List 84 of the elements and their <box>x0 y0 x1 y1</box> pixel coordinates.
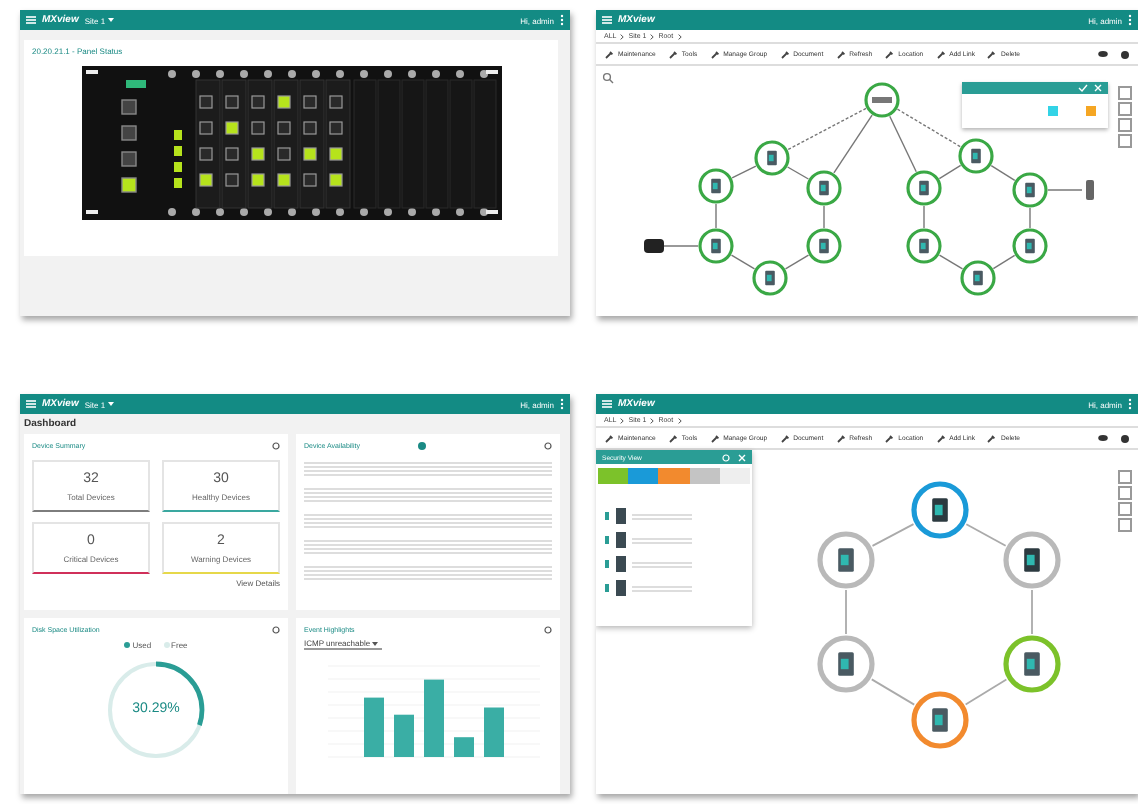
device-row-blurred <box>632 583 692 593</box>
menu-icon[interactable] <box>602 16 612 24</box>
network-link <box>964 678 1008 706</box>
device-node <box>817 635 875 693</box>
network-link <box>1047 189 1083 191</box>
device-node <box>754 140 790 176</box>
network-link <box>663 245 699 247</box>
tool-icon <box>779 433 790 443</box>
device-node <box>698 168 734 204</box>
caret-icon <box>107 18 114 22</box>
device-node <box>911 691 969 749</box>
network-link <box>731 165 757 179</box>
close-icon[interactable] <box>1094 84 1102 92</box>
close-icon[interactable] <box>738 453 746 461</box>
network-link <box>784 254 810 270</box>
network-link <box>845 589 847 635</box>
network-link <box>938 254 964 270</box>
network-link <box>786 166 810 180</box>
menu-icon[interactable] <box>26 400 36 408</box>
tool-icon <box>604 49 614 59</box>
tool-icon <box>667 433 678 443</box>
refresh-icon[interactable] <box>544 626 552 634</box>
eye-icon[interactable] <box>1098 50 1108 58</box>
device-node <box>1003 531 1061 589</box>
menu-icon[interactable] <box>602 400 612 408</box>
device-node <box>817 531 875 589</box>
network-link <box>730 254 756 270</box>
device-node <box>1012 228 1048 264</box>
tool-icon <box>986 49 997 59</box>
network-link <box>990 164 1016 182</box>
network-link <box>1031 589 1033 635</box>
tool-icon <box>779 49 790 59</box>
chevron-icon <box>620 417 625 423</box>
tool-icon <box>604 433 614 443</box>
network-link <box>871 523 915 547</box>
device-node <box>906 170 942 206</box>
caret-icon <box>372 641 379 645</box>
network-link <box>992 254 1016 270</box>
chevron-icon <box>650 33 655 39</box>
caret-icon <box>107 402 114 406</box>
tool-icon <box>709 433 720 443</box>
chevron-icon <box>677 417 682 423</box>
device-node <box>1012 172 1048 208</box>
device-node <box>698 228 734 264</box>
refresh-icon[interactable] <box>544 442 552 450</box>
network-link <box>823 205 825 229</box>
tool-icon <box>709 49 720 59</box>
device-node <box>806 170 842 206</box>
tool-icon <box>986 433 997 443</box>
chevron-icon <box>620 33 625 39</box>
device-row-blurred <box>632 559 692 569</box>
tool-icon <box>667 49 678 59</box>
network-link <box>870 678 916 706</box>
network-link <box>923 205 925 229</box>
device-node <box>906 228 942 264</box>
tool-icon <box>884 49 895 59</box>
search-icon[interactable] <box>602 72 614 84</box>
tool-icon <box>884 433 895 443</box>
chevron-icon <box>677 33 682 39</box>
device-node <box>1003 635 1061 693</box>
device-node <box>806 228 842 264</box>
tool-icon <box>935 433 946 443</box>
device-node <box>958 138 994 174</box>
tool-icon <box>835 49 846 59</box>
device-row-blurred <box>632 535 692 545</box>
device-node <box>960 260 996 296</box>
menu-icon[interactable] <box>26 16 36 24</box>
end-device-icon <box>644 239 664 253</box>
check-icon[interactable] <box>1078 84 1088 92</box>
tool-icon <box>835 433 846 443</box>
chevron-icon <box>650 417 655 423</box>
device-node <box>752 260 788 296</box>
tool-icon <box>935 49 946 59</box>
device-row-blurred <box>632 511 692 521</box>
eye-icon[interactable] <box>1098 434 1108 442</box>
network-link <box>938 164 962 180</box>
network-link <box>1029 207 1031 229</box>
end-device-icon <box>1086 180 1094 200</box>
refresh-icon[interactable] <box>272 442 280 450</box>
switch-node <box>864 82 900 118</box>
network-link <box>965 523 1007 547</box>
device-node <box>911 481 969 539</box>
network-link <box>715 203 717 229</box>
refresh-icon[interactable] <box>272 626 280 634</box>
